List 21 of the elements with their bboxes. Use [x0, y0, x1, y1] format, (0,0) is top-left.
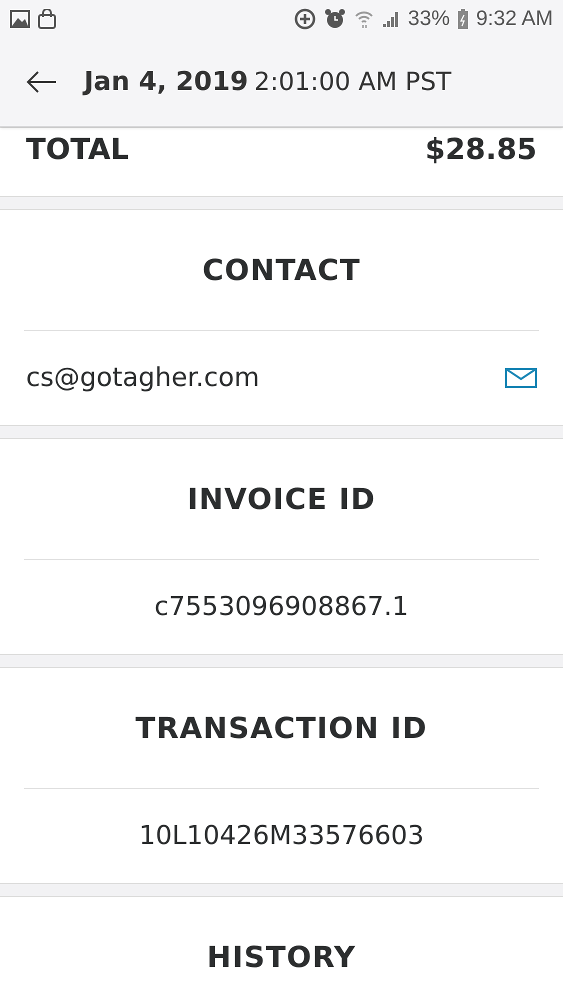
signal-icon [382, 10, 400, 28]
shopping-bag-icon [38, 9, 56, 29]
back-button[interactable] [26, 71, 58, 93]
section-heading: CONTACT [202, 253, 361, 287]
wifi-icon [354, 9, 374, 29]
battery-percentage: 33% [408, 7, 450, 31]
total-amount: $28.85 [425, 132, 537, 166]
battery-icon [458, 9, 468, 29]
transaction-date: Jan 4, 2019 [84, 67, 248, 97]
section-heading: HISTORY [206, 940, 356, 974]
total-label: TOTAL [26, 132, 129, 166]
id-value: c7553096908867.1 [154, 592, 409, 622]
contact-email: cs@gotagher.com [26, 363, 260, 393]
alarm-clock-icon [324, 8, 346, 30]
clock-time: 9:32 AM [476, 7, 553, 31]
mail-icon[interactable] [505, 368, 537, 388]
transaction-time: 2:01:00 AM PST [254, 67, 452, 96]
section-heading: INVOICE ID [187, 482, 376, 516]
image-icon [10, 10, 30, 28]
id-value: 10L10426M33576603 [138, 821, 424, 851]
section-heading: TRANSACTION ID [136, 711, 428, 745]
